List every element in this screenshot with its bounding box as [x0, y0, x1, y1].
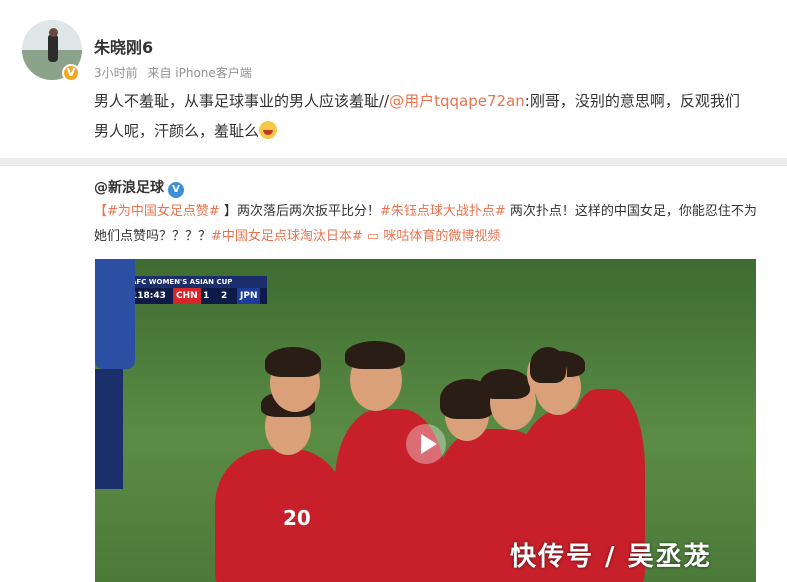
player-hair [480, 369, 530, 399]
video-camera-icon: ▭ [366, 229, 380, 244]
topic-link-3[interactable]: #中国女足点球淘汰日本# [211, 229, 363, 244]
scoreboard-bar: 118:43 CHN 1 2 JPN [127, 288, 267, 304]
crying-face-icon [259, 121, 278, 139]
score-chn: 1 [203, 291, 210, 301]
post-meta: 3小时前 来自 iPhone客户端 [94, 64, 258, 81]
match-time: 118:43 [131, 291, 166, 301]
topic-link-2[interactable]: #朱钰点球大战扑点# [380, 204, 506, 219]
mention-link[interactable]: @用户tqqape72an [389, 92, 525, 110]
play-button[interactable] [406, 424, 446, 464]
player-hair [530, 347, 566, 383]
username[interactable]: 朱晓刚6 [94, 34, 153, 58]
video-player[interactable]: AFC WOMEN'S ASIAN CUP 118:43 CHN 1 2 JPN… [95, 259, 756, 582]
scoreboard-title: AFC WOMEN'S ASIAN CUP [127, 276, 267, 288]
repost-author[interactable]: @新浪足球 V [94, 177, 184, 198]
post-card: V 朱晓刚6 3小时前 来自 iPhone客户端 男人不羞耻，从事足球事业的男人… [0, 0, 787, 158]
post-text: 男人不羞耻，从事足球事业的男人应该羞耻//@用户tqqape72an:刚哥，没别… [94, 86, 754, 146]
post-text-before: 男人不羞耻，从事足球事业的男人应该羞耻// [94, 92, 390, 110]
avatar-person [48, 34, 58, 62]
verified-blue-icon: V [168, 182, 184, 198]
japan-player-shorts [95, 369, 123, 489]
repost-text: 【#为中国女足点赞# 】两次落后两次扳平比分！#朱钰点球大战扑点# 两次扑点！这… [94, 199, 764, 249]
team-jpn: JPN [237, 288, 261, 304]
watermark: 快传号 / 吴丞茏 [510, 542, 712, 572]
team-chn: CHN [173, 288, 201, 304]
video-link[interactable]: ▭ 咪咕体育的微博视频 [367, 229, 500, 244]
post-source: 来自 iPhone客户端 [147, 66, 252, 80]
jersey-number: 20 [283, 506, 311, 530]
player-hair [345, 341, 405, 369]
verified-icon: V [62, 64, 80, 82]
celebrating-player [215, 449, 345, 582]
repost-text-1: 两次落后两次扳平比分！ [236, 204, 380, 219]
scoreboard: AFC WOMEN'S ASIAN CUP 118:43 CHN 1 2 JPN [127, 276, 267, 306]
video-link-label[interactable]: 咪咕体育的微博视频 [383, 229, 500, 244]
topic-link-1[interactable]: 【#为中国女足点赞# [94, 204, 220, 219]
repost-author-name[interactable]: @新浪足球 [94, 180, 164, 196]
post-time[interactable]: 3小时前 [94, 66, 138, 80]
avatar-head [49, 28, 58, 37]
topic-close: 】 [219, 204, 237, 219]
player-hair [265, 347, 321, 377]
score-jpn: 2 [221, 291, 228, 301]
japan-player [95, 259, 135, 369]
